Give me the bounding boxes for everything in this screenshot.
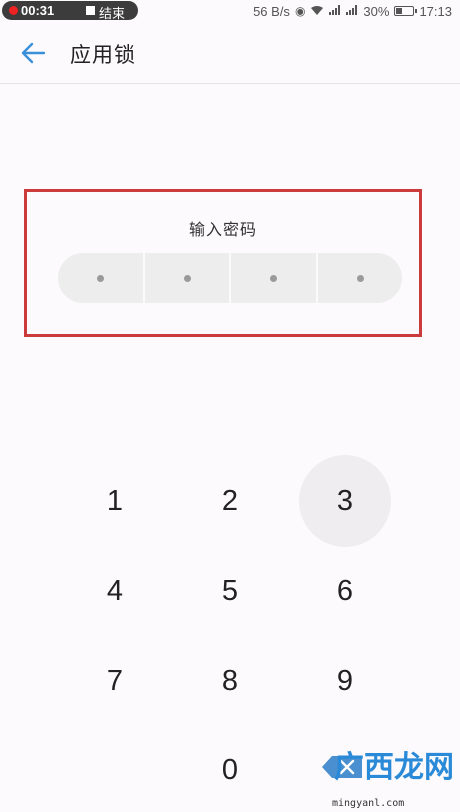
watermark-logo: 广西龙网 mingyanl.com xyxy=(330,740,460,812)
header-divider xyxy=(0,83,460,84)
password-prompt: 输入密码 xyxy=(188,220,257,239)
stop-icon xyxy=(86,6,95,15)
signal-icon-2 xyxy=(346,5,358,17)
battery-percent: 30% xyxy=(363,3,390,19)
key-label: 2 xyxy=(221,485,239,517)
battery-level xyxy=(396,8,402,14)
status-icons: 56 B/s ◉ 30% 17:13 xyxy=(253,2,452,20)
key-6[interactable]: 6 xyxy=(300,551,390,631)
pin-slot xyxy=(318,253,403,303)
pin-dot-icon xyxy=(97,275,105,282)
network-speed: 56 B/s xyxy=(253,3,290,19)
pin-dot-icon xyxy=(356,275,364,282)
pin-slot xyxy=(231,253,318,303)
key-1[interactable]: 1 xyxy=(70,461,160,541)
app-bar: 应用锁 xyxy=(0,20,460,84)
clock: 17:13 xyxy=(419,3,452,19)
key-label: 4 xyxy=(106,575,124,607)
recording-dot-icon xyxy=(9,6,18,15)
key-label: 6 xyxy=(336,575,354,607)
pin-dot-icon xyxy=(183,275,191,282)
key-label: 7 xyxy=(106,665,124,697)
key-label: 0 xyxy=(221,754,239,786)
key-9[interactable]: 9 xyxy=(300,641,390,721)
status-bar: 00:31 结束 56 B/s ◉ 30% 17:13 xyxy=(0,0,460,22)
key-5[interactable]: 5 xyxy=(185,551,275,631)
screen-recording-pill[interactable]: 00:31 结束 xyxy=(2,1,138,22)
key-7[interactable]: 7 xyxy=(70,641,160,721)
pin-slot xyxy=(145,253,231,303)
signal-icon xyxy=(329,5,341,17)
eye-icon: ◉ xyxy=(294,4,306,18)
key-3[interactable]: 3 xyxy=(299,455,391,547)
watermark-text: 广西龙网 xyxy=(334,750,454,785)
key-0[interactable]: 0 xyxy=(185,730,275,810)
pin-dot-icon xyxy=(270,275,278,282)
pin-field[interactable] xyxy=(58,253,402,303)
back-arrow-icon[interactable] xyxy=(20,40,46,66)
password-entry-area: 输入密码 xyxy=(24,189,422,337)
key-label: 5 xyxy=(221,575,239,607)
key-4[interactable]: 4 xyxy=(70,551,160,631)
watermark-url: mingyanl.com xyxy=(332,798,405,809)
recording-time: 00:31 xyxy=(21,3,55,18)
battery-icon xyxy=(394,6,418,16)
pin-slot xyxy=(58,253,145,303)
key-8[interactable]: 8 xyxy=(185,641,275,721)
key-label: 9 xyxy=(336,665,354,697)
key-label: 8 xyxy=(221,665,239,697)
key-label: 1 xyxy=(106,485,124,517)
page-title: 应用锁 xyxy=(70,43,136,67)
key-2[interactable]: 2 xyxy=(185,461,275,541)
key-label: 3 xyxy=(336,485,354,517)
wifi-icon xyxy=(310,5,324,18)
